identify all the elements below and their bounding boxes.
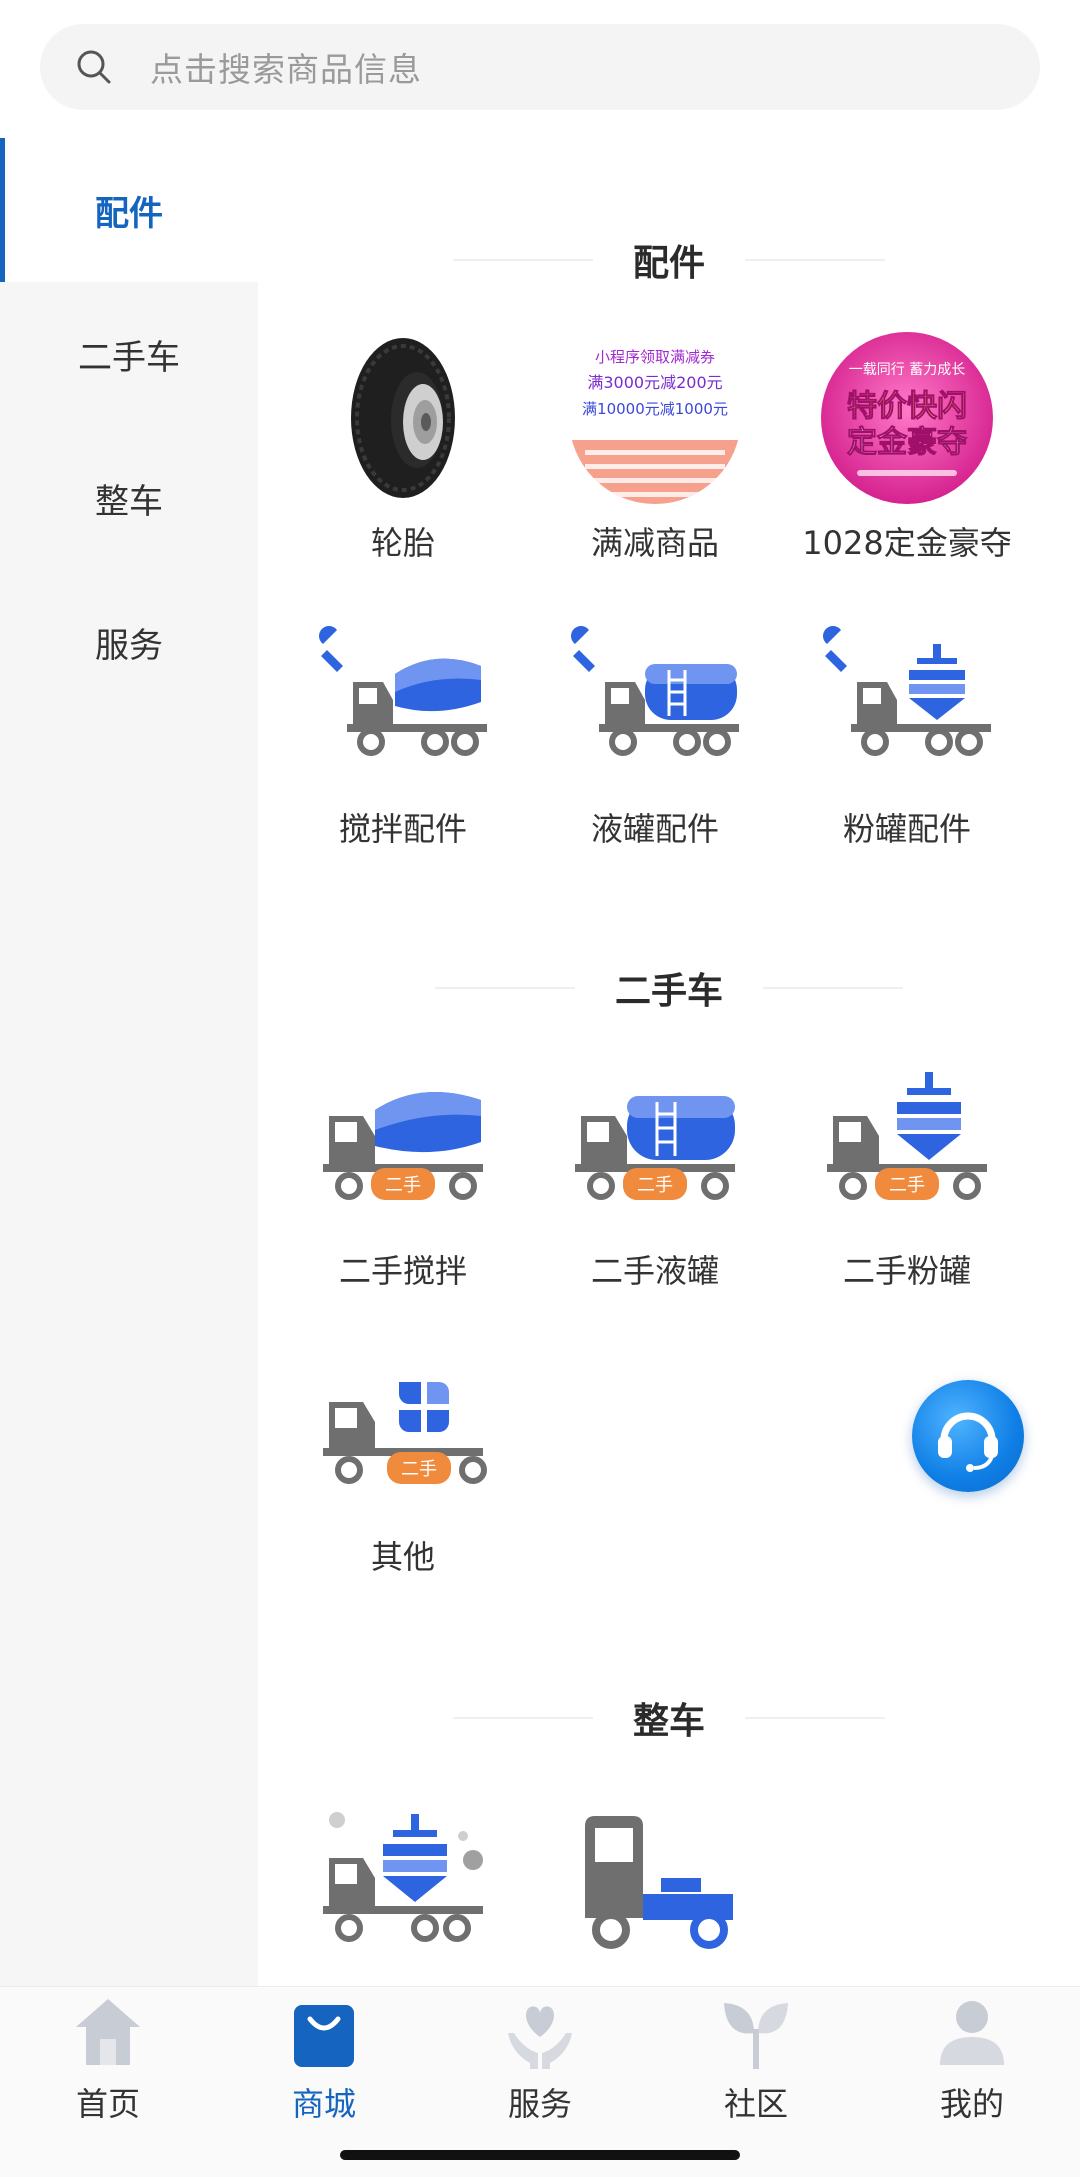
- divider: [745, 259, 885, 261]
- discount-promo-image: 小程序领取满减券 满3000元减200元 满10000元减1000元: [569, 332, 741, 504]
- sidebar-item-label: 服务: [95, 625, 163, 666]
- search-icon: [77, 50, 111, 84]
- used-powder-tank-truck-icon: 二手: [827, 1072, 987, 1200]
- tab-label: 商城: [291, 2085, 356, 2123]
- powder-tank-parts-icon: [823, 626, 991, 756]
- tab-label: 服务: [507, 2085, 572, 2123]
- tab-mall[interactable]: 商城: [216, 1993, 432, 2123]
- sidebar-item-label: 整车: [95, 481, 163, 522]
- tab-home[interactable]: 首页: [0, 1993, 216, 2123]
- tab-mine[interactable]: 我的: [864, 1993, 1080, 2123]
- promo-line: 满3000元减200元: [587, 373, 722, 392]
- product-label: 其他: [370, 1538, 435, 1576]
- sprout-icon: [724, 2003, 788, 2069]
- divider: [452, 259, 593, 261]
- section-title-used-cars: 二手车: [258, 958, 1080, 1018]
- tab-label: 首页: [75, 2085, 140, 2123]
- sidebar-item-parts[interactable]: 配件: [0, 138, 258, 282]
- divider: [434, 987, 575, 989]
- used-liquid-tank-truck-icon: 二手: [575, 1096, 735, 1200]
- category-content: 配件 轮胎 小程序领取满减券 满3000元减200元 满10000元减1000元: [258, 138, 1080, 1986]
- liquid-tank-parts-icon: [571, 626, 739, 756]
- heart-hands-icon: [508, 2006, 572, 2069]
- tractor-truck-icon: [585, 1816, 733, 1949]
- product-tile-used-powder-tank[interactable]: 二手 二手粉罐: [807, 1056, 1007, 1306]
- product-tile-flash-sale[interactable]: 一载同行 蓄力成长 特价快闪 定金豪夺 1028定金豪夺: [802, 328, 1012, 578]
- product-tile-tire[interactable]: 轮胎: [303, 328, 503, 578]
- product-tile-used-mixer[interactable]: 二手 二手搅拌: [303, 1056, 503, 1306]
- mixer-parts-icon: [319, 626, 487, 756]
- product-tile-discount[interactable]: 小程序领取满减券 满3000元减200元 满10000元减1000元 满减商品: [555, 328, 755, 578]
- category-sidebar: 配件 二手车 整车 服务: [0, 138, 258, 1986]
- used-badge-text: 二手: [385, 1175, 421, 1196]
- shopping-bag-icon: [294, 2005, 354, 2067]
- product-tile-liquid-tank-parts[interactable]: 液罐配件: [555, 614, 755, 864]
- product-label: 搅拌配件: [338, 810, 467, 848]
- search-bar[interactable]: 点击搜索商品信息: [40, 24, 1040, 110]
- divider: [745, 1717, 885, 1719]
- product-tile-used-other[interactable]: 二手 其他: [303, 1342, 503, 1592]
- product-label: 1028定金豪夺: [802, 524, 1012, 562]
- used-badge-text: 二手: [637, 1175, 673, 1196]
- promo-line: 满10000元减1000元: [582, 400, 728, 418]
- powder-tank-truck-icon: [323, 1812, 483, 1942]
- bottom-tab-bar: 首页 商城 服务 社区 我的: [0, 1986, 1080, 2177]
- product-tile-used-liquid-tank[interactable]: 二手 二手液罐: [555, 1056, 755, 1306]
- tab-label: 社区: [723, 2085, 788, 2123]
- tire-image: [351, 338, 455, 498]
- promo-line: 小程序领取满减券: [595, 348, 715, 366]
- product-label: 满减商品: [590, 524, 719, 562]
- tab-services[interactable]: 服务: [432, 1993, 648, 2123]
- search-placeholder[interactable]: 点击搜索商品信息: [150, 43, 422, 91]
- product-label: 二手搅拌: [338, 1252, 467, 1290]
- used-mixer-truck-icon: 二手: [323, 1092, 483, 1200]
- section-title-parts: 配件: [258, 230, 1080, 290]
- used-other-truck-icon: 二手: [323, 1382, 487, 1484]
- product-tile-tractor-truck[interactable]: [555, 1798, 755, 1986]
- search-header: 点击搜索商品信息: [0, 0, 1080, 138]
- sidebar-item-label: 二手车: [78, 337, 180, 378]
- divider: [763, 987, 903, 989]
- used-badge-text: 二手: [401, 1459, 437, 1480]
- section-title-text: 整车: [632, 1701, 705, 1742]
- tab-label: 我的: [939, 2085, 1004, 2123]
- product-label: 二手粉罐: [842, 1252, 971, 1290]
- tab-community[interactable]: 社区: [648, 1993, 864, 2123]
- sidebar-item-services[interactable]: 服务: [0, 570, 258, 714]
- promo-line: 定金豪夺: [847, 425, 967, 460]
- product-label: 粉罐配件: [842, 810, 971, 848]
- divider: [452, 1717, 593, 1719]
- product-label: 二手液罐: [590, 1252, 719, 1290]
- promo-line: 一载同行 蓄力成长: [849, 362, 965, 378]
- section-title-whole-vehicles: 整车: [258, 1688, 1080, 1748]
- sidebar-item-label: 配件: [95, 193, 163, 234]
- headset-icon: [938, 1412, 998, 1472]
- product-label: 轮胎: [370, 524, 435, 562]
- home-indicator: [340, 2150, 740, 2160]
- product-tile-mixer-parts[interactable]: 搅拌配件: [303, 614, 503, 864]
- customer-service-button[interactable]: [912, 1380, 1024, 1492]
- product-label: 液罐配件: [590, 810, 719, 848]
- section-title-text: 配件: [632, 243, 705, 284]
- flash-sale-promo-image: 一载同行 蓄力成长 特价快闪 定金豪夺: [821, 332, 993, 504]
- promo-line: 特价快闪: [847, 389, 967, 424]
- product-tile-powder-tank-truck[interactable]: [303, 1798, 503, 1986]
- person-icon: [940, 2001, 1004, 2065]
- section-title-text: 二手车: [614, 971, 723, 1012]
- sidebar-item-used-cars[interactable]: 二手车: [0, 282, 258, 426]
- used-badge-text: 二手: [889, 1175, 925, 1196]
- sidebar-item-whole-vehicles[interactable]: 整车: [0, 426, 258, 570]
- home-icon: [76, 1999, 140, 2065]
- product-tile-powder-tank-parts[interactable]: 粉罐配件: [807, 614, 1007, 864]
